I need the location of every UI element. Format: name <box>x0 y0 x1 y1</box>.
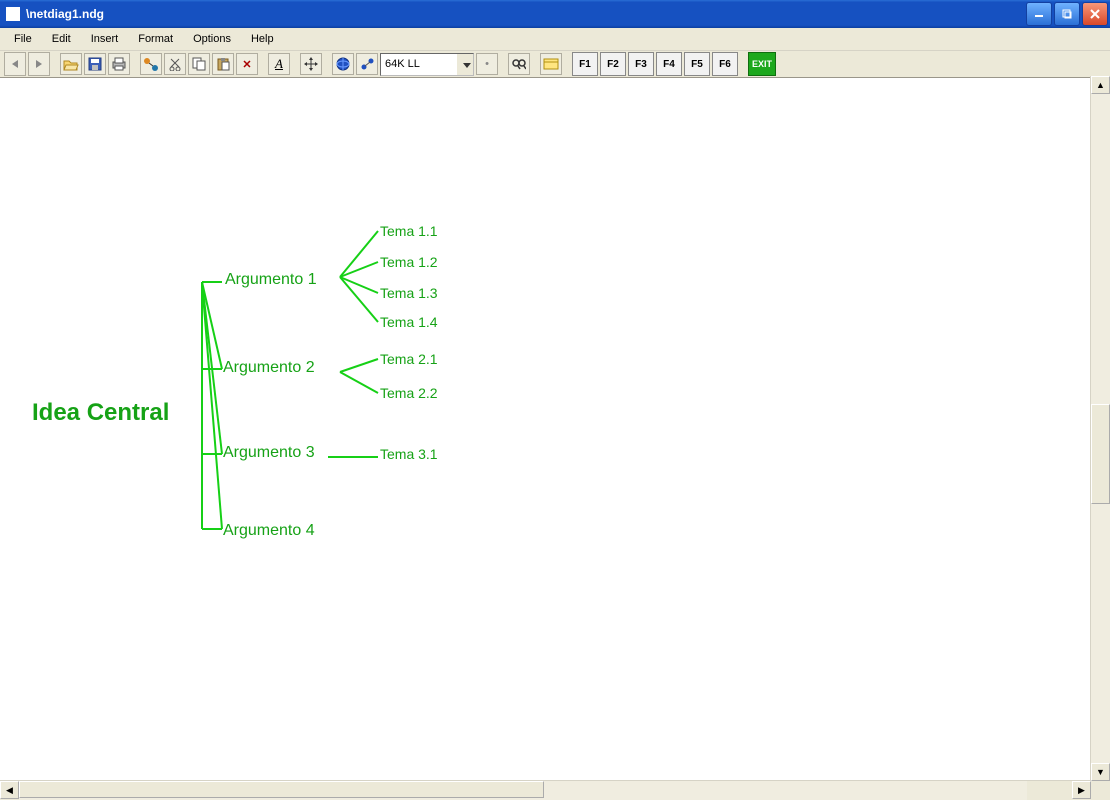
open-button[interactable] <box>60 53 82 75</box>
save-button[interactable] <box>84 53 106 75</box>
menu-format[interactable]: Format <box>128 30 183 48</box>
nav-forward-button[interactable] <box>28 52 50 76</box>
titlebar: \netdiag1.ndg <box>0 0 1110 28</box>
cut-button[interactable] <box>164 53 186 75</box>
toolbar: ✕ A • F1 F2 F3 F4 F5 F6 EXIT <box>0 51 1110 78</box>
dot-button[interactable]: • <box>476 53 498 75</box>
print-button[interactable] <box>108 53 130 75</box>
scrollbar-corner <box>1091 781 1110 800</box>
diagram-theme-node[interactable]: Tema 2.2 <box>380 385 438 401</box>
move-tool-button[interactable] <box>300 53 322 75</box>
menu-options[interactable]: Options <box>183 30 241 48</box>
scroll-down-arrow[interactable]: ▼ <box>1091 763 1110 781</box>
scroll-up-arrow[interactable]: ▲ <box>1091 76 1110 94</box>
vertical-scrollbar[interactable]: ▲ ▼ <box>1090 76 1110 781</box>
close-button[interactable] <box>1082 2 1108 26</box>
hscroll-thumb[interactable] <box>19 781 544 798</box>
maximize-button[interactable] <box>1054 2 1080 26</box>
f1-button[interactable]: F1 <box>572 52 598 76</box>
menu-file[interactable]: File <box>4 30 42 48</box>
delete-button[interactable]: ✕ <box>236 53 258 75</box>
f2-button[interactable]: F2 <box>600 52 626 76</box>
diagram-theme-node[interactable]: Tema 3.1 <box>380 446 438 462</box>
menu-help[interactable]: Help <box>241 30 284 48</box>
app-icon <box>6 7 20 21</box>
menu-insert[interactable]: Insert <box>81 30 129 48</box>
minimize-button[interactable] <box>1026 2 1052 26</box>
paste-button[interactable] <box>212 53 234 75</box>
f3-button[interactable]: F3 <box>628 52 654 76</box>
diagram-root-node[interactable]: Idea Central <box>32 399 169 427</box>
diagram-argument-node[interactable]: Argumento 2 <box>223 359 315 377</box>
nav-back-button[interactable] <box>4 52 26 76</box>
zoom-arrow[interactable] <box>457 54 473 75</box>
exit-button[interactable]: EXIT <box>748 52 776 76</box>
f6-button[interactable]: F6 <box>712 52 738 76</box>
diagram-argument-node[interactable]: Argumento 3 <box>223 444 315 462</box>
window-title: \netdiag1.ndg <box>26 7 1026 21</box>
hscroll-track[interactable] <box>19 781 1027 800</box>
workspace[interactable]: Idea Central Argumento 1 Argumento 2 Arg… <box>0 78 1110 784</box>
menu-edit[interactable]: Edit <box>42 30 81 48</box>
copy-button[interactable] <box>188 53 210 75</box>
diagram-connectors <box>0 79 1091 784</box>
scroll-left-arrow[interactable]: ◀ <box>0 781 19 799</box>
diagram-theme-node[interactable]: Tema 2.1 <box>380 351 438 367</box>
vscroll-thumb[interactable] <box>1091 404 1110 504</box>
window-controls <box>1026 2 1108 26</box>
f5-button[interactable]: F5 <box>684 52 710 76</box>
diagram-argument-node[interactable]: Argumento 1 <box>225 271 317 289</box>
globe-button[interactable] <box>332 53 354 75</box>
window-button[interactable] <box>540 53 562 75</box>
zoom-input[interactable] <box>381 54 457 75</box>
diagram-theme-node[interactable]: Tema 1.4 <box>380 314 438 330</box>
scroll-right-arrow[interactable]: ▶ <box>1072 781 1091 799</box>
diagram-theme-node[interactable]: Tema 1.3 <box>380 285 438 301</box>
text-tool-button[interactable]: A <box>268 53 290 75</box>
menubar: File Edit Insert Format Options Help <box>0 28 1110 51</box>
node-button[interactable] <box>356 53 378 75</box>
link-button[interactable] <box>140 53 162 75</box>
diagram-theme-node[interactable]: Tema 1.2 <box>380 254 438 270</box>
horizontal-scrollbar[interactable]: ◀ ▶ <box>0 780 1091 800</box>
f4-button[interactable]: F4 <box>656 52 682 76</box>
zoom-dropdown[interactable] <box>380 53 474 76</box>
find-button[interactable] <box>508 53 530 75</box>
diagram-theme-node[interactable]: Tema 1.1 <box>380 223 438 239</box>
diagram-canvas[interactable]: Idea Central Argumento 1 Argumento 2 Arg… <box>0 79 1091 784</box>
diagram-argument-node[interactable]: Argumento 4 <box>223 522 315 540</box>
